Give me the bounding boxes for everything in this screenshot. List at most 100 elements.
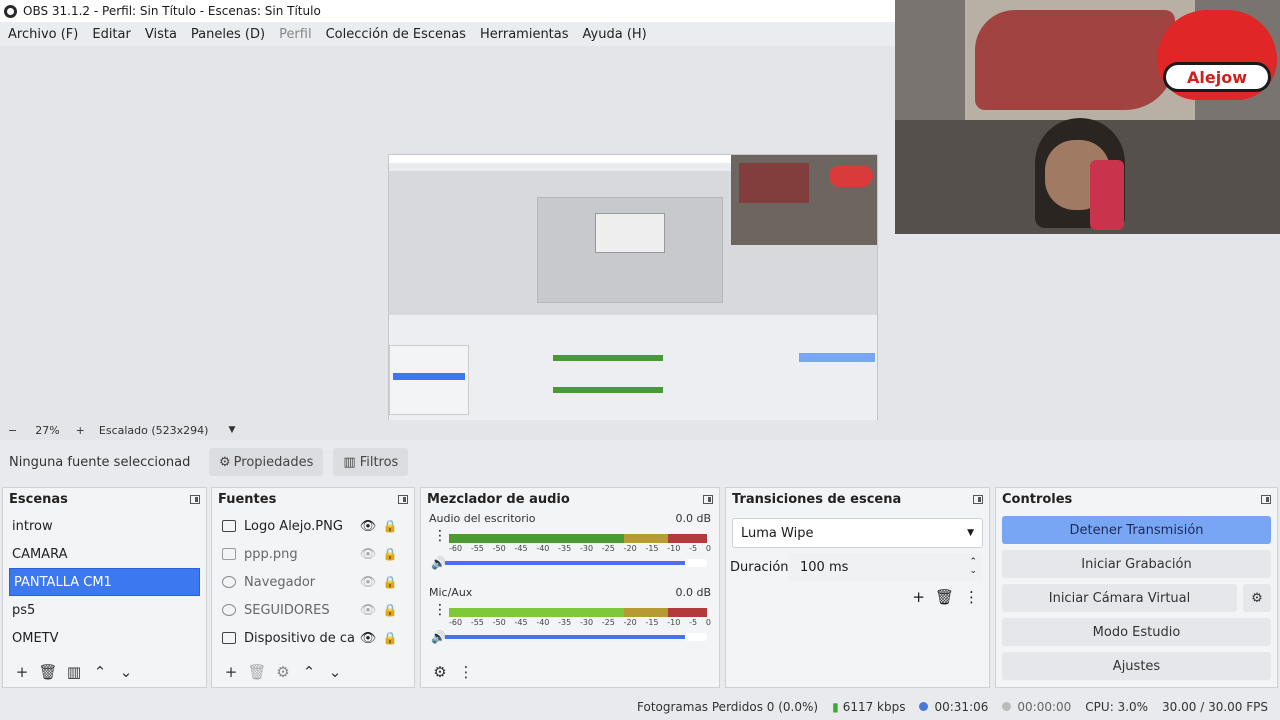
menu-paneles[interactable]: Paneles (D) <box>191 27 265 42</box>
stream-live-icon <box>919 702 929 711</box>
speaker-icon[interactable]: 🔊 <box>431 556 446 570</box>
mixer-track-mic: Mic/Aux 0.0 dB ⋮ -60 -55 -50 -45 -40 -35 -30 -25… <box>429 585 711 645</box>
eye-icon[interactable]: 👁 <box>356 631 380 646</box>
mixer-settings-icon[interactable]: ⚙ <box>427 663 453 681</box>
trash-icon[interactable]: 🗑 <box>935 588 954 606</box>
kebab-menu-icon[interactable]: ⋮ <box>433 528 447 544</box>
volume-slider[interactable] <box>445 630 707 644</box>
menu-herramientas[interactable]: Herramientas <box>480 27 569 42</box>
eye-icon[interactable]: 👁 <box>356 519 380 534</box>
cpu-usage: CPU: 3.0% <box>1085 699 1149 714</box>
menu-archivo[interactable]: Archivo (F) <box>8 27 78 42</box>
duration-spinbox[interactable]: 100 ms ⌃ ⌄ <box>788 553 983 581</box>
add-source-icon[interactable]: + <box>218 663 244 681</box>
add-transition-icon[interactable]: + <box>912 588 925 606</box>
menu-bar: Archivo (F) Editar Vista Paneles (D) Per… <box>0 22 895 46</box>
webcam-logo-badge: Alejow <box>1163 62 1271 92</box>
kebab-menu-icon[interactable]: ⋮ <box>433 602 447 618</box>
preview-zoom-bar: − 27% + Escalado (523x294) ▼ <box>0 420 1280 440</box>
virtual-camera-button[interactable]: Iniciar Cámara Virtual <box>1002 584 1237 612</box>
kebab-menu-icon[interactable]: ⋮ <box>453 663 479 681</box>
menu-editar[interactable]: Editar <box>92 27 131 42</box>
gear-icon[interactable]: ⚙ <box>270 663 296 681</box>
source-item[interactable]: Dispositivo de captu 👁 🔒 <box>212 624 414 652</box>
chevron-down-icon[interactable]: ▼ <box>228 425 235 435</box>
status-bar: Fotogramas Perdidos 0 (0.0%) ▮ 6117 kbps … <box>0 693 1280 720</box>
speaker-icon[interactable]: 🔊 <box>431 630 446 644</box>
chevron-down-icon: ▼ <box>967 528 974 538</box>
menu-vista[interactable]: Vista <box>145 27 177 42</box>
undock-icon[interactable] <box>190 494 200 504</box>
scale-mode[interactable]: Escalado (523x294) <box>99 424 209 437</box>
menu-perfil[interactable]: Perfil <box>279 27 312 42</box>
scenes-dock: Escenas introw CAMARA PANTALLA CM1 ps5 O… <box>2 487 207 688</box>
source-item[interactable]: Navegador 👁 🔒 <box>212 568 414 596</box>
undock-icon[interactable] <box>398 494 408 504</box>
zoom-out-button[interactable]: − <box>8 424 17 437</box>
nested-preview-capture <box>388 154 878 430</box>
eye-hidden-icon[interactable]: 👁 <box>356 547 380 562</box>
undock-icon[interactable] <box>1261 494 1271 504</box>
scene-item[interactable]: CAMARA <box>3 540 206 568</box>
move-down-icon[interactable]: ⌄ <box>113 663 139 681</box>
volume-slider[interactable] <box>445 556 707 570</box>
start-recording-button[interactable]: Iniciar Grabación <box>1002 550 1271 578</box>
source-item[interactable]: SEGUIDORES 👁 🔒 <box>212 596 414 624</box>
transition-select[interactable]: Luma Wipe ▼ <box>732 518 983 548</box>
sources-dock: Fuentes Logo Alejo.PNG 👁 🔒 ppp.png 👁 🔒 N… <box>211 487 415 688</box>
scene-item[interactable]: introw <box>3 512 206 540</box>
gear-icon[interactable]: ⚙ <box>1243 584 1271 612</box>
camera-icon <box>222 632 236 644</box>
transitions-title: Transiciones de escena <box>732 491 902 507</box>
webcam-overlay: Alejow <box>895 0 1280 234</box>
zoom-level: 27% <box>35 423 60 437</box>
mixer-title: Mezclador de audio <box>427 491 570 507</box>
audio-meter <box>449 608 707 617</box>
filter-icon: ▥ <box>343 454 356 470</box>
sources-title: Fuentes <box>218 491 277 507</box>
meter-scale: -60 -55 -50 -45 -40 -35 -30 -25 -20 -15 -10 -5 0 <box>449 618 711 627</box>
lock-icon[interactable]: 🔒 <box>380 575 400 589</box>
unlock-icon[interactable]: 🔒 <box>380 519 400 533</box>
controls-dock: Controles Detener Transmisión Iniciar Gr… <box>995 487 1278 688</box>
scene-item[interactable]: OMETV <box>3 624 206 652</box>
globe-icon <box>222 604 236 616</box>
scene-item-selected[interactable]: PANTALLA CM1 <box>9 568 200 596</box>
unlock-icon[interactable]: 🔒 <box>380 547 400 561</box>
source-item[interactable]: Logo Alejo.PNG 👁 🔒 <box>212 512 414 540</box>
undock-icon[interactable] <box>973 494 983 504</box>
settings-button[interactable]: Ajustes <box>1002 652 1271 680</box>
move-up-icon[interactable]: ⌃ <box>87 663 113 681</box>
filters-button[interactable]: ▥ Filtros <box>333 448 409 476</box>
globe-icon <box>222 576 236 588</box>
unlock-icon[interactable]: 🔒 <box>380 631 400 645</box>
add-scene-icon[interactable]: + <box>9 663 35 681</box>
no-source-label: Ninguna fuente seleccionad <box>9 454 191 470</box>
stop-stream-button[interactable]: Detener Transmisión <box>1002 516 1271 544</box>
kebab-menu-icon[interactable]: ⋮ <box>964 588 979 606</box>
zoom-in-button[interactable]: + <box>76 424 85 437</box>
properties-button[interactable]: ⚙ Propiedades <box>209 448 324 476</box>
move-down-icon[interactable]: ⌄ <box>322 663 348 681</box>
gear-icon: ⚙ <box>219 454 231 470</box>
eye-hidden-icon[interactable]: 👁 <box>356 603 380 618</box>
undock-icon[interactable] <box>703 494 713 504</box>
scene-item[interactable]: ps5 <box>3 596 206 624</box>
trash-icon[interactable]: 🗑 <box>35 663 61 681</box>
menu-ayuda[interactable]: Ayuda (H) <box>583 27 647 42</box>
source-item[interactable]: ppp.png 👁 🔒 <box>212 540 414 568</box>
audio-meter <box>449 534 707 543</box>
bitrate-indicator: ▮ 6117 kbps <box>832 699 906 714</box>
mixer-track-desktop: Audio del escritorio 0.0 dB ⋮ -60 -55 -50 -4… <box>429 511 711 571</box>
studio-mode-button[interactable]: Modo Estudio <box>1002 618 1271 646</box>
trash-icon[interactable]: 🗑 <box>244 663 270 681</box>
eye-hidden-icon[interactable]: 👁 <box>356 575 380 590</box>
menu-coleccion-escenas[interactable]: Colección de Escenas <box>326 27 466 42</box>
source-toolbar: Ninguna fuente seleccionad ⚙ Propiedades… <box>0 443 1280 481</box>
spin-arrows-icon[interactable]: ⌃ ⌄ <box>969 558 977 576</box>
unlock-icon[interactable]: 🔒 <box>380 603 400 617</box>
scene-filters-icon[interactable]: ▥ <box>61 663 87 681</box>
controls-title: Controles <box>1002 491 1073 507</box>
move-up-icon[interactable]: ⌃ <box>296 663 322 681</box>
obs-logo-icon <box>4 4 17 18</box>
